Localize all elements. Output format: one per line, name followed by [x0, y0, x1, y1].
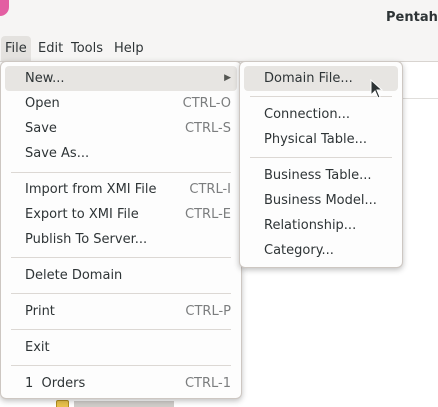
file-menu: New... ▶ Open CTRL-O Save CTRL-S Save As… — [0, 61, 242, 399]
menu-item-label: Domain File... — [264, 71, 353, 86]
menu-item-label: 1 Orders — [25, 376, 86, 391]
menu-item-save-as[interactable]: Save As... — [5, 141, 237, 166]
shortcut-label: CTRL-P — [185, 304, 231, 319]
domain-tree-item[interactable] — [40, 398, 200, 407]
menu-separator — [11, 257, 231, 258]
menu-tools[interactable]: Tools — [67, 36, 107, 61]
menu-item-new[interactable]: New... ▶ — [5, 66, 237, 91]
menu-item-label: Exit — [25, 340, 50, 355]
menu-item-label: Export to XMI File — [25, 207, 139, 222]
menu-item-publish[interactable]: Publish To Server... — [5, 227, 237, 252]
menu-separator — [11, 329, 231, 330]
menu-item-label: Publish To Server... — [25, 232, 148, 247]
menu-item-label: Business Table... — [264, 168, 372, 183]
menu-item-connection[interactable]: Connection... — [244, 102, 398, 127]
menu-item-category[interactable]: Category... — [244, 238, 398, 263]
menu-item-recent-orders[interactable]: 1 Orders CTRL-1 — [5, 371, 237, 396]
mouse-pointer-icon — [370, 79, 384, 99]
menu-item-label: Business Model... — [264, 193, 377, 208]
window-title: Pentaho — [386, 10, 438, 25]
menu-item-label: Category... — [264, 243, 334, 258]
menu-file[interactable]: File — [1, 36, 31, 61]
menu-edit[interactable]: Edit — [34, 36, 67, 61]
shortcut-label: CTRL-1 — [184, 376, 231, 391]
shortcut-label: CTRL-E — [185, 207, 231, 222]
menu-item-label: Save — [25, 121, 57, 136]
folder-icon — [56, 400, 69, 407]
menu-item-relationship[interactable]: Relationship... — [244, 213, 398, 238]
title-bar: Pentaho — [0, 0, 438, 36]
menu-item-label: New... — [25, 71, 65, 86]
menu-item-label: Connection... — [264, 107, 350, 122]
menu-item-label: Import from XMI File — [25, 182, 157, 197]
tree-item-label — [74, 401, 174, 407]
menu-item-import-xmi[interactable]: Import from XMI File CTRL-I — [5, 177, 237, 202]
menu-help[interactable]: Help — [110, 36, 148, 61]
menu-item-open[interactable]: Open CTRL-O — [5, 91, 237, 116]
shortcut-label: CTRL-I — [189, 182, 231, 197]
menu-item-save[interactable]: Save CTRL-S — [5, 116, 237, 141]
window-corner-accent — [0, 0, 9, 16]
menu-item-label: Save As... — [25, 146, 90, 161]
menu-item-label: Open — [25, 96, 60, 111]
menu-item-label: Delete Domain — [25, 268, 123, 283]
menu-item-print[interactable]: Print CTRL-P — [5, 299, 237, 324]
menu-separator — [11, 172, 231, 173]
menu-separator — [11, 365, 231, 366]
shortcut-label: CTRL-O — [182, 96, 231, 111]
submenu-arrow-icon: ▶ — [224, 73, 231, 83]
menu-bar: File Edit Tools Help — [0, 36, 438, 62]
menu-item-label: Physical Table... — [264, 132, 368, 147]
menu-item-physical-table[interactable]: Physical Table... — [244, 127, 398, 152]
menu-item-exit[interactable]: Exit — [5, 335, 237, 360]
menu-item-business-table[interactable]: Business Table... — [244, 163, 398, 188]
menu-item-delete-domain[interactable]: Delete Domain — [5, 263, 237, 288]
menu-separator — [250, 157, 392, 158]
menu-separator — [11, 293, 231, 294]
menu-item-export-xmi[interactable]: Export to XMI File CTRL-E — [5, 202, 237, 227]
menu-item-label: Print — [25, 304, 55, 319]
menu-item-label: Relationship... — [264, 218, 357, 233]
menu-item-business-model[interactable]: Business Model... — [244, 188, 398, 213]
shortcut-label: CTRL-S — [184, 121, 231, 136]
